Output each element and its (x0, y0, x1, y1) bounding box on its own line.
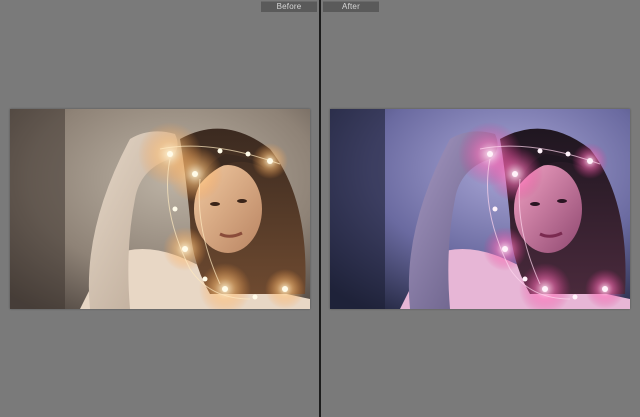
before-photo[interactable] (10, 109, 310, 309)
before-label: Before (261, 1, 317, 12)
after-label: After (323, 1, 379, 12)
compare-divider[interactable] (319, 0, 321, 417)
after-photo[interactable] (330, 109, 630, 309)
